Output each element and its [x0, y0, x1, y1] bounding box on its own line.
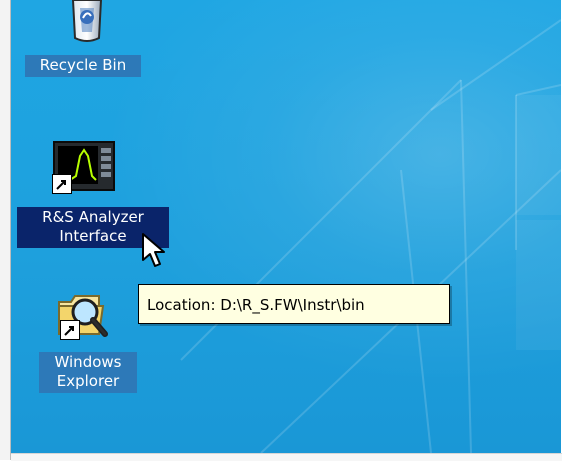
windows-explorer-label-line2: Explorer	[56, 372, 120, 390]
location-tooltip-text: Location: D:\R_S.FW\Instr\bin	[147, 296, 365, 314]
shortcut-arrow-icon	[60, 320, 80, 340]
window-left-edge	[0, 0, 11, 460]
mouse-pointer-icon	[142, 233, 165, 267]
shortcut-arrow-glyph	[56, 180, 66, 190]
desktop[interactable]: Recycle Bin R&S Analyzer Interface Windo…	[11, 0, 561, 453]
windows-explorer-label[interactable]: Windows Explorer	[39, 352, 137, 393]
desktop-icon-recycle-bin[interactable]	[56, 0, 118, 44]
shortcut-arrow-icon	[52, 174, 72, 194]
desktop-icon-windows-explorer[interactable]	[49, 282, 119, 342]
location-tooltip: Location: D:\R_S.FW\Instr\bin	[138, 284, 450, 324]
rs-analyzer-interface-label-line1: R&S Analyzer	[42, 208, 144, 226]
recycle-bin-label[interactable]: Recycle Bin	[25, 55, 141, 77]
screenshot-frame: Recycle Bin R&S Analyzer Interface Windo…	[0, 0, 562, 461]
recycle-bin-label-line1: Recycle Bin	[39, 56, 127, 74]
desktop-icon-rs-analyzer-interface[interactable]	[52, 140, 116, 196]
windows-explorer-label-line1: Windows	[54, 353, 122, 371]
recycle-bin-icon	[71, 0, 103, 42]
shortcut-arrow-glyph	[64, 326, 74, 336]
